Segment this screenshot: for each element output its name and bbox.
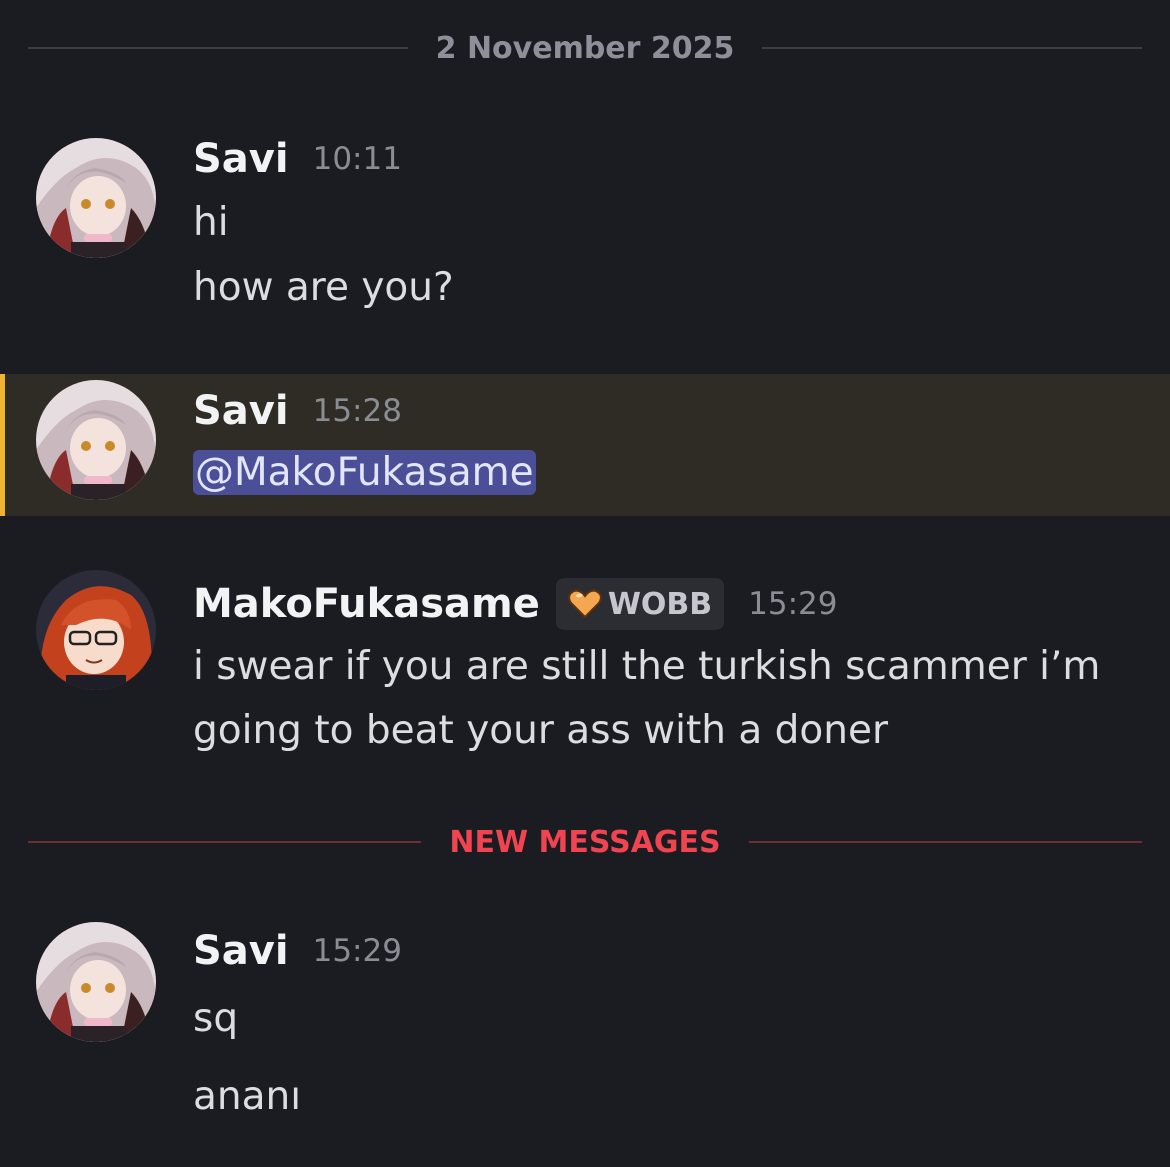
message-group[interactable]: Savi 10:11 hi how are you? (0, 120, 1170, 330)
timestamp: 15:28 (312, 393, 402, 429)
date-divider: 2 November 2025 (28, 28, 1143, 68)
message-group[interactable]: Savi 15:29 sq ananı (0, 904, 1170, 1134)
message-text: i swear if you are still the turkish sca… (193, 644, 1101, 689)
divider-line-left (28, 841, 422, 843)
savi-avatar-icon (36, 380, 156, 500)
message-text: how are you? (193, 265, 454, 310)
date-divider-label: 2 November 2025 (435, 30, 735, 66)
avatar[interactable] (36, 570, 156, 690)
message-text: ananı (193, 1074, 302, 1119)
message-header: MakoFukasame WOBB 15:29 (193, 578, 838, 630)
timestamp: 10:11 (312, 141, 402, 177)
message-header: Savi 15:29 (193, 928, 402, 974)
new-messages-divider: NEW MESSAGES (28, 822, 1143, 862)
message-text: going to beat your ass with a doner (193, 708, 889, 753)
timestamp: 15:29 (312, 933, 402, 969)
savi-avatar-icon (36, 922, 156, 1042)
username[interactable]: Savi (193, 388, 289, 434)
heart-icon (567, 589, 602, 619)
message-group-mention[interactable]: Savi 15:28 @MakoFukasame (0, 374, 1170, 516)
avatar[interactable] (36, 380, 156, 500)
message-text: hi (193, 200, 229, 245)
new-messages-label: NEW MESSAGES (449, 824, 721, 860)
avatar[interactable] (36, 138, 156, 258)
message-header: Savi 15:28 (193, 388, 402, 434)
message-text: @MakoFukasame (193, 450, 536, 495)
username[interactable]: Savi (193, 136, 289, 182)
message-header: Savi 10:11 (193, 136, 402, 182)
savi-avatar-icon (36, 138, 156, 258)
message-group[interactable]: MakoFukasame WOBB 15:29 i swear if you a… (0, 560, 1170, 770)
divider-line-right (762, 47, 1143, 49)
username[interactable]: Savi (193, 928, 289, 974)
message-text: sq (193, 996, 239, 1041)
badge-label: WOBB (607, 586, 713, 622)
user-mention[interactable]: @MakoFukasame (193, 450, 536, 495)
mako-avatar-icon (36, 570, 156, 690)
avatar[interactable] (36, 922, 156, 1042)
username[interactable]: MakoFukasame (193, 581, 540, 627)
divider-line-left (28, 47, 408, 49)
guild-tag-badge[interactable]: WOBB (555, 578, 725, 630)
divider-line-right (748, 841, 1143, 843)
timestamp: 15:29 (748, 586, 838, 622)
